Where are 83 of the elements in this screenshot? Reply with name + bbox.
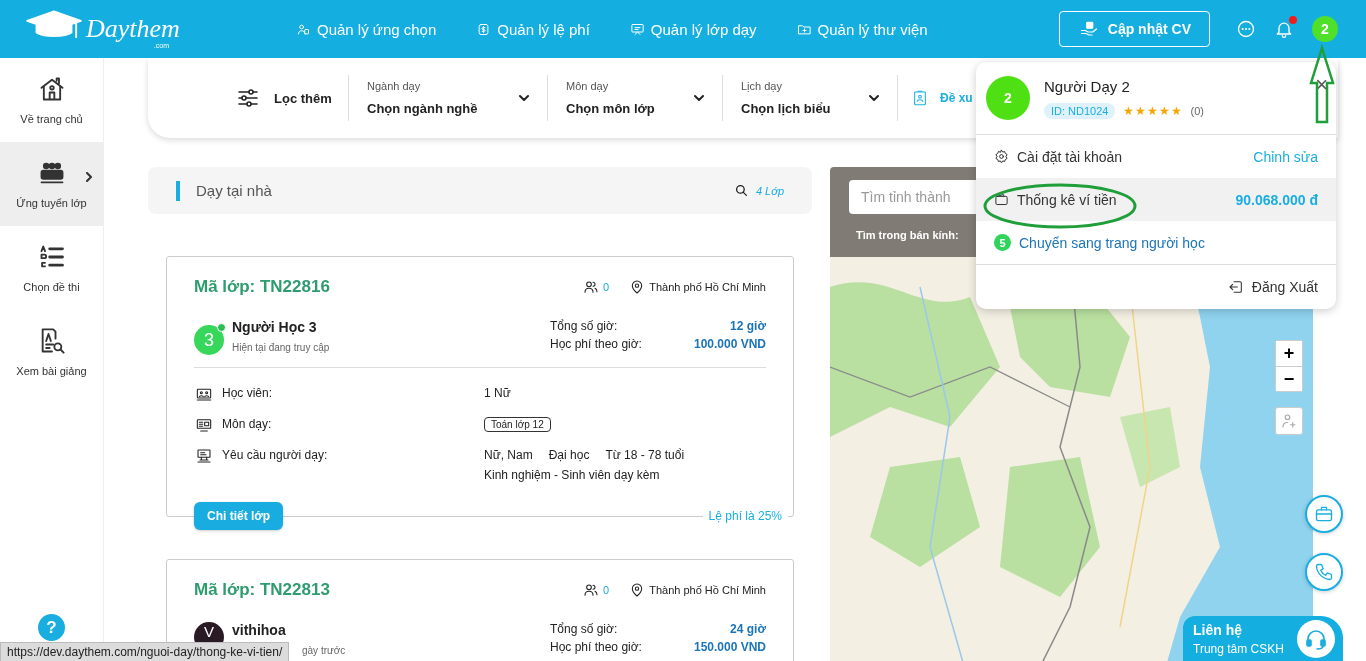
student-status: Hiện tại đang truy cập: [232, 342, 330, 353]
star-icon: ★: [1147, 104, 1159, 118]
students-icon: [194, 386, 214, 402]
student-avatar: 3: [194, 325, 224, 355]
class-code: Mã lớp: TN22816: [194, 277, 331, 297]
detail-label: Yêu cầu người dạy:: [222, 448, 328, 462]
add-person-button[interactable]: [1275, 407, 1303, 435]
filter-dropdown[interactable]: Ngành dạy Chọn ngành nghề: [348, 75, 547, 121]
sliders-icon: [236, 86, 260, 110]
location: Thành phố Hồ Chí Minh: [649, 584, 766, 596]
profile-id: ID: ND1024: [1044, 103, 1116, 119]
profile-avatar: 2: [986, 76, 1030, 120]
applicants-icon: [583, 582, 600, 598]
fee-label: Học phí theo giờ:: [550, 640, 643, 654]
detail-value: Nữ, Nam: [484, 448, 533, 462]
filter-dropdown[interactable]: Lịch dạy Chọn lịch biểu: [722, 75, 897, 121]
applicant-count: 0: [603, 281, 610, 293]
role-badge: 5: [994, 234, 1011, 251]
sidebar-item[interactable]: Chọn đề thi: [0, 226, 103, 310]
commission-text: Lệ phí là 25%: [702, 509, 788, 523]
applicants-icon: [583, 279, 600, 295]
briefcase-icon: [1314, 504, 1334, 524]
hours-label: Tổng số giờ:: [550, 319, 619, 333]
fee-value: 150.000 VND: [692, 640, 766, 654]
detail-value: Kinh nghiệm - Sinh viên dạy kèm: [484, 468, 660, 482]
filter-dropdown[interactable]: Môn dạy Chọn môn lớp: [547, 75, 722, 121]
search-icon: [734, 184, 748, 197]
star-icon: ★: [1123, 104, 1135, 118]
filter-label[interactable]: Lọc thêm: [274, 90, 332, 106]
wallet-stats-item[interactable]: Thống kê ví tiền 90.068.000 đ: [976, 178, 1336, 221]
detail-value: Từ 18 - 78 tuổi: [605, 448, 685, 462]
hours-value: 12 giờ: [729, 319, 766, 333]
phone-button[interactable]: [1305, 553, 1343, 591]
hours-value: 24 giờ: [729, 622, 766, 636]
clipboard-person-icon: [912, 89, 928, 107]
wallet-icon: [994, 192, 1009, 207]
review-count: (0): [1190, 105, 1204, 117]
detail-label: Học viên:: [222, 386, 273, 400]
fee-label: Học phí theo giờ:: [550, 337, 643, 351]
sidebar-item[interactable]: Ứng tuyển lớp: [0, 142, 103, 226]
student-name: Người Học 3: [232, 319, 318, 335]
close-button[interactable]: ×: [1315, 72, 1328, 98]
status-url: https://dev.daythem.com/nguoi-day/thong-ke-vi-tien/: [0, 642, 290, 661]
radius-label: Tìm trong bán kính:: [856, 229, 959, 241]
logout-button[interactable]: Đăng Xuất: [1227, 279, 1318, 295]
chevron-down-icon: [694, 94, 704, 102]
chevron-right-icon: [85, 172, 93, 182]
hours-label: Tổng số giờ:: [550, 622, 619, 636]
account-settings-item[interactable]: Cài đặt tài khoản Chỉnh sửa: [976, 135, 1336, 178]
star-icon: ★: [1159, 104, 1171, 118]
teacher-board-icon: [194, 448, 214, 464]
people-icon: [296, 21, 311, 37]
chat-icon: [1236, 19, 1256, 39]
add-person-icon: [1280, 412, 1298, 430]
sidebar-item[interactable]: Xem bài giảng: [0, 310, 103, 394]
gear-icon: [994, 149, 1009, 164]
zoom-out-button[interactable]: −: [1276, 366, 1302, 391]
phone-icon: [1314, 562, 1334, 582]
student-name: vithihoa: [232, 622, 287, 638]
chevron-down-icon: [869, 94, 879, 102]
detail-label: Môn dạy:: [222, 417, 272, 431]
fee-value: 100.000 VND: [692, 337, 766, 351]
star-icon: ★: [1171, 104, 1183, 118]
detail-value: Đại học: [548, 448, 590, 462]
class-count: 4 Lớp: [755, 184, 784, 197]
switch-role-item[interactable]: 5 Chuyển sang trang người học: [976, 221, 1336, 264]
wallet-balance: 90.068.000 đ: [1235, 191, 1318, 208]
presentation-icon: [629, 21, 645, 37]
applicant-count: 0: [603, 584, 610, 596]
briefcase-button[interactable]: [1305, 495, 1343, 533]
class-code: Mã lớp: TN22813: [194, 580, 331, 600]
sidebar-item[interactable]: Về trang chủ: [0, 58, 103, 142]
detail-value: 1 Nữ: [484, 386, 511, 400]
star-icon: ★: [1135, 104, 1147, 118]
location: Thành phố Hồ Chí Minh: [649, 281, 766, 293]
student-status: gày trước: [302, 645, 346, 656]
profile-name: Người Dạy 2: [1044, 78, 1131, 95]
logout-icon: [1227, 279, 1244, 295]
list-title: Dạy tại nhà: [196, 182, 273, 199]
dollar-icon: [476, 21, 492, 37]
subject-tag: Toán lớp 12: [484, 417, 551, 432]
monitor-book-icon: [194, 417, 214, 433]
chevron-down-icon: [519, 94, 529, 102]
